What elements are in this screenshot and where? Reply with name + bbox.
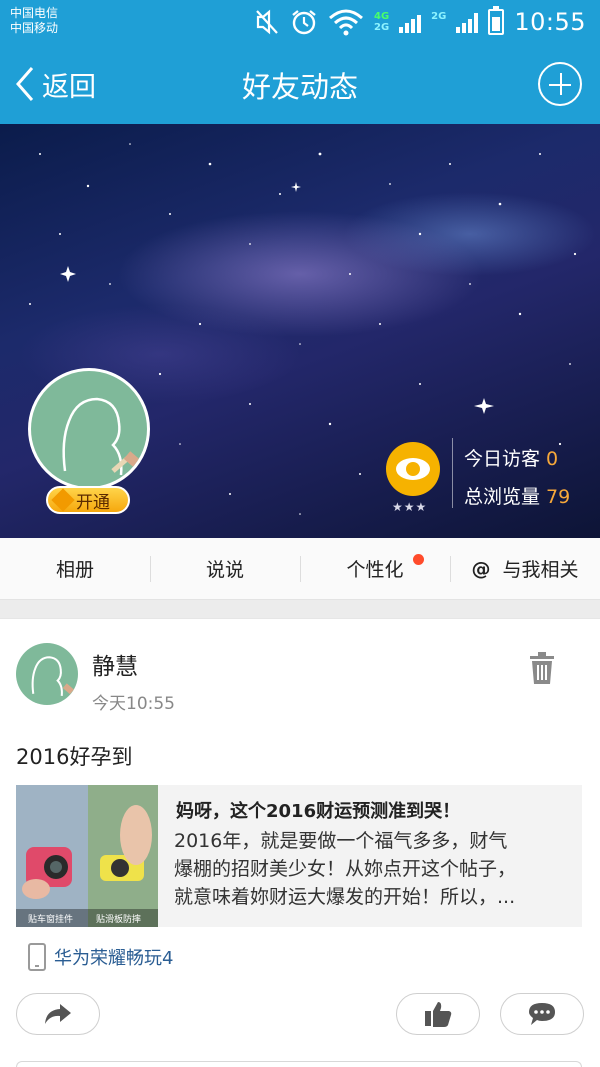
diamond-icon <box>51 488 75 512</box>
article-line-3: 就意味着妳财运大爆发的开始！所以，... <box>174 886 516 908</box>
open-vip-badge[interactable]: 开通 <box>46 486 130 514</box>
status-bar: 中国电信 中国移动 4G 2G 2G 10:55 <box>0 0 600 44</box>
signal-icon <box>399 11 422 33</box>
tab-moments-label: 说说 <box>205 559 244 581</box>
visitor-rank-stars: ★★★ <box>392 500 428 514</box>
share-arrow-icon <box>45 1004 71 1024</box>
total-views[interactable]: 总浏览量 79 <box>464 482 570 509</box>
comment-bubble-icon <box>529 1003 555 1025</box>
stats-divider <box>452 438 453 508</box>
article-summary: 2016年，就是要做一个福气多多，财气 爆棚的招财美少女！从妳点开这个帖子， 就… <box>174 827 576 911</box>
post-time: 今天10:55 <box>92 694 175 714</box>
net-4g-label: 4G <box>373 11 390 22</box>
tab-album-label: 相册 <box>55 559 94 581</box>
total-views-label: 总浏览量 <box>464 486 541 508</box>
mute-icon <box>256 9 278 35</box>
article-line-2: 爆棚的招财美少女！从妳点开这个帖子， <box>174 858 517 880</box>
comment-button[interactable] <box>500 993 584 1035</box>
tab-album[interactable]: 相册 <box>0 538 150 599</box>
thumb-caption-left: 贴车窗挂件 <box>28 913 73 925</box>
next-post-preview <box>16 1061 582 1067</box>
feed-post-card: 静慧 今天10:55 2016好孕到 贴车窗挂件 贴滑板防摔 妈呀，这个2016 <box>0 618 600 1067</box>
clock: 10:55 <box>514 8 586 36</box>
today-visitors-count: 0 <box>546 448 559 470</box>
phone-icon <box>28 943 46 971</box>
post-author-avatar[interactable] <box>16 643 78 705</box>
network-type: 4G 2G <box>374 11 389 33</box>
like-button[interactable] <box>396 993 480 1035</box>
avatar-silhouette <box>62 397 145 476</box>
trash-icon[interactable] <box>528 651 556 685</box>
network-type-2: 2G <box>431 11 446 33</box>
tab-moments[interactable]: 说说 <box>150 538 300 599</box>
total-views-count: 79 <box>546 486 571 508</box>
shared-article[interactable]: 贴车窗挂件 贴滑板防摔 妈呀，这个2016财运预测准到哭！ 2016年，就是要做… <box>16 785 582 927</box>
today-visitors[interactable]: 今日访客 0 <box>464 444 558 471</box>
profile-cover: 开通 ★★★ 今日访客 0 总浏览量 79 <box>0 124 600 538</box>
device-tag[interactable]: 华为荣耀畅玩4 <box>28 941 173 973</box>
carrier-info: 中国电信 中国移动 <box>10 6 58 36</box>
profile-tabs: 相册 说说 个性化 @ 与我相关 <box>0 538 600 600</box>
title-bar: 返回 好友动态 <box>0 44 600 124</box>
carrier-2: 中国移动 <box>10 21 59 35</box>
open-badge-label: 开通 <box>76 492 110 513</box>
net-2g-label-2: 2G <box>431 11 447 22</box>
battery-icon <box>488 6 505 35</box>
plus-circle-icon[interactable] <box>538 62 582 106</box>
article-thumbnail: 贴车窗挂件 贴滑板防摔 <box>16 785 158 927</box>
alarm-icon <box>292 10 316 35</box>
at-icon: @ <box>471 557 491 580</box>
notification-dot <box>413 554 424 565</box>
tab-related-to-me[interactable]: @ 与我相关 <box>450 538 600 599</box>
tab-related-label: 与我相关 <box>502 559 579 581</box>
eye-icon[interactable] <box>386 442 440 496</box>
wifi-icon <box>328 9 363 36</box>
article-line-1: 2016年，就是要做一个福气多多，财气 <box>174 830 508 852</box>
today-visitors-label: 今日访客 <box>464 448 541 470</box>
signal-icon-2 <box>456 11 479 33</box>
tab-personalize-label: 个性化 <box>346 559 404 581</box>
page-title: 好友动态 <box>241 70 358 104</box>
tab-personalize[interactable]: 个性化 <box>300 538 450 599</box>
post-text: 2016好孕到 <box>16 745 133 769</box>
status-icons: 4G 2G 2G 10:55 <box>254 6 586 38</box>
thumb-caption-right: 贴滑板防摔 <box>96 913 141 925</box>
net-2g-label: 2G <box>373 22 390 33</box>
post-author-name[interactable]: 静慧 <box>92 647 138 681</box>
avatar-silhouette-small <box>31 656 74 696</box>
article-title: 妈呀，这个2016财运预测准到哭！ <box>176 801 461 822</box>
profile-avatar[interactable] <box>28 368 150 490</box>
device-name: 华为荣耀畅玩4 <box>54 948 174 969</box>
share-button[interactable] <box>16 993 100 1035</box>
carrier-1: 中国电信 <box>10 6 59 20</box>
thumbs-up-icon <box>425 1002 452 1027</box>
